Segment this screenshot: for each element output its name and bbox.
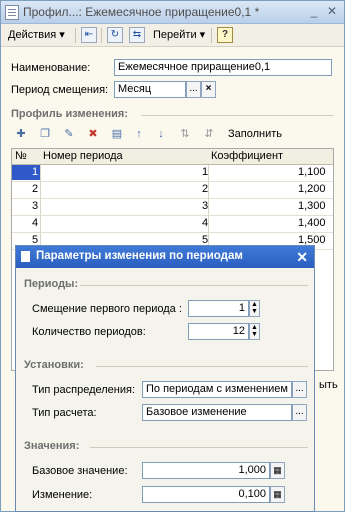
close-icon[interactable]: ✕ bbox=[296, 249, 308, 266]
toolbar: Действия ▾ ⇤ ↻ ⇆ Перейти ▾ ? bbox=[1, 24, 344, 47]
window-title: Профил...: Ежемесячное приращение0,1 * bbox=[23, 5, 260, 19]
document-icon bbox=[5, 5, 19, 20]
settings-section-title: Установки: bbox=[24, 359, 84, 371]
column-header[interactable]: № bbox=[15, 150, 27, 162]
calculator-icon[interactable]: ▦ bbox=[270, 462, 285, 479]
table-row[interactable]: 4 4 1,400 bbox=[12, 216, 333, 233]
divider bbox=[80, 285, 308, 286]
divider bbox=[101, 28, 102, 43]
column-header[interactable]: Номер периода bbox=[43, 150, 123, 162]
table-row[interactable]: 2 2 1,200 bbox=[12, 182, 333, 199]
distribution-select-button[interactable]: ... bbox=[292, 381, 307, 398]
distribution-label: Тип распределения: bbox=[32, 384, 136, 396]
table-row[interactable]: 3 3 1,300 bbox=[12, 199, 333, 216]
row-number: 3 bbox=[32, 200, 39, 212]
period-number: 1 bbox=[202, 166, 209, 178]
row-number: 1 bbox=[32, 166, 39, 178]
table-row[interactable]: 1 1 1,100 bbox=[12, 165, 333, 182]
periods-section-title: Периоды: bbox=[24, 278, 79, 290]
sort-asc-icon[interactable]: ⇅ bbox=[177, 126, 193, 142]
name-label: Наименование: bbox=[11, 62, 91, 74]
divider bbox=[90, 447, 308, 448]
column-header[interactable]: Коэффициент bbox=[211, 150, 283, 162]
go-back-icon[interactable]: ⇤ bbox=[81, 27, 97, 43]
fill-button[interactable]: Заполнить bbox=[228, 128, 282, 140]
coefficient: 1,400 bbox=[298, 217, 326, 229]
title-bar: Профил...: Ежемесячное приращение0,1 * _… bbox=[1, 1, 344, 24]
sort-desc-icon[interactable]: ⇵ bbox=[201, 126, 217, 142]
period-select-button[interactable]: ... bbox=[186, 81, 201, 98]
coefficient: 1,300 bbox=[298, 200, 326, 212]
values-section-title: Значения: bbox=[24, 440, 80, 452]
period-clear-button[interactable]: × bbox=[201, 81, 216, 98]
shift-label: Смещение первого периода : bbox=[32, 303, 182, 315]
table-header: № Номер периода Коэффициент bbox=[12, 149, 333, 165]
change-field[interactable]: 0,100 bbox=[142, 486, 270, 503]
move-up-icon[interactable]: ↑ bbox=[131, 126, 147, 142]
dialog-title: Параметры изменения по периодам bbox=[36, 250, 243, 262]
edit-row-icon[interactable]: ✎ bbox=[61, 126, 77, 142]
move-down-icon[interactable]: ↓ bbox=[153, 126, 169, 142]
document-icon bbox=[21, 251, 30, 262]
close-icon[interactable]: ✕ bbox=[325, 4, 339, 18]
shift-field[interactable]: 1 bbox=[188, 300, 249, 317]
row-number: 4 bbox=[32, 217, 39, 229]
actions-label: Действия bbox=[8, 29, 57, 41]
coefficient: 1,100 bbox=[298, 166, 326, 178]
row-number: 2 bbox=[32, 183, 39, 195]
shift-spinner[interactable]: ▲ ▼ bbox=[249, 300, 260, 317]
coefficient: 1,200 bbox=[298, 183, 326, 195]
count-label: Количество периодов: bbox=[32, 326, 146, 338]
period-label: Период смещения: bbox=[11, 84, 109, 96]
base-value-label: Базовое значение: bbox=[32, 465, 128, 477]
copy-row-icon[interactable]: ❐ bbox=[37, 126, 53, 142]
calc-type-select-button[interactable]: ... bbox=[292, 404, 307, 421]
delete-row-icon[interactable]: ✖ bbox=[85, 126, 101, 142]
calculator-icon[interactable]: ▦ bbox=[270, 486, 285, 503]
divider bbox=[75, 28, 76, 43]
change-label: Изменение: bbox=[32, 489, 93, 501]
period-params-dialog: Параметры изменения по периодам ✕ Период… bbox=[15, 245, 315, 512]
name-field[interactable]: Ежемесячное приращение0,1 bbox=[114, 59, 332, 76]
close-button-partial[interactable]: ыть bbox=[319, 379, 338, 391]
refresh-icon[interactable]: ↻ bbox=[107, 27, 123, 43]
profile-title: Профиль изменения: bbox=[11, 108, 128, 120]
end-edit-icon[interactable]: ▤ bbox=[109, 126, 125, 142]
period-number: 4 bbox=[202, 217, 209, 229]
actions-menu[interactable]: Действия ▾ bbox=[8, 27, 65, 43]
divider bbox=[211, 28, 212, 43]
dialog-title-bar: Параметры изменения по периодам ✕ bbox=[16, 246, 314, 268]
period-field[interactable]: Месяц bbox=[114, 81, 186, 98]
help-button[interactable]: ? bbox=[217, 27, 233, 43]
minimize-icon[interactable]: _ bbox=[307, 4, 321, 18]
count-spinner[interactable]: ▲ ▼ bbox=[249, 323, 260, 340]
period-number: 3 bbox=[202, 200, 209, 212]
goto-label: Перейти bbox=[153, 29, 197, 41]
structure-icon[interactable]: ⇆ bbox=[129, 27, 145, 43]
period-number: 2 bbox=[202, 183, 209, 195]
calc-type-field[interactable]: Базовое изменение bbox=[142, 404, 292, 421]
count-field[interactable]: 12 bbox=[188, 323, 249, 340]
divider bbox=[141, 115, 334, 116]
add-row-icon[interactable]: ✚ bbox=[13, 126, 29, 142]
divider bbox=[96, 366, 308, 367]
goto-menu[interactable]: Перейти ▾ bbox=[153, 27, 205, 43]
calc-type-label: Тип расчета: bbox=[32, 407, 97, 419]
base-value-field[interactable]: 1,000 bbox=[142, 462, 270, 479]
distribution-field[interactable]: По периодам с изменением bbox=[142, 381, 292, 398]
